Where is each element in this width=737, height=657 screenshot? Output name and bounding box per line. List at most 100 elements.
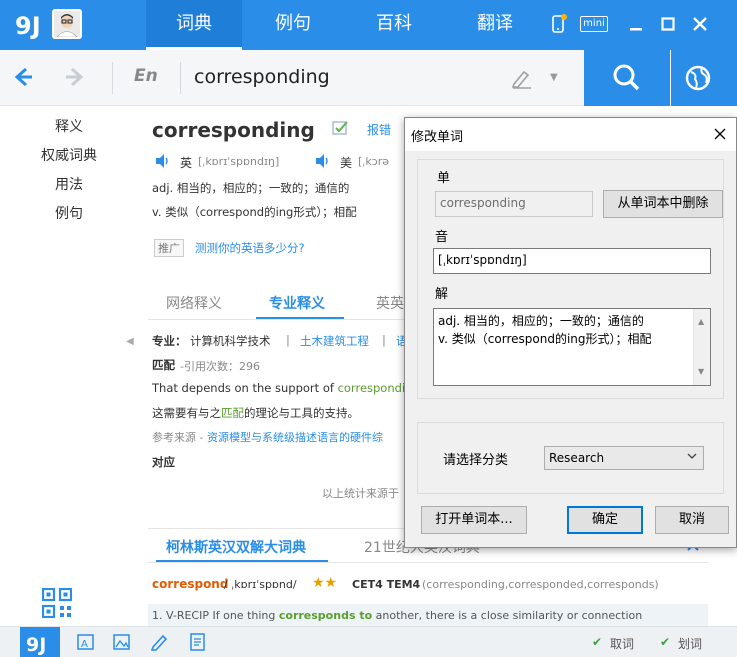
add-to-wordbook-icon[interactable] xyxy=(332,120,350,136)
svg-text:A: A xyxy=(81,639,88,650)
bottom-bar: 9J A ✔ 取词 ✔ 划词 xyxy=(0,626,737,657)
side-nav: 释义 权威词典 用法 例句 xyxy=(0,106,138,626)
uk-label: 英 xyxy=(180,156,193,170)
user-avatar[interactable] xyxy=(52,9,82,39)
mini-mode-button[interactable]: mini xyxy=(580,16,608,32)
tab-translate[interactable]: 翻译 xyxy=(447,0,543,50)
headword: corresponding xyxy=(152,118,315,142)
tab-collins[interactable]: 柯林斯英汉双解大词典 xyxy=(166,537,306,557)
image-translate-icon[interactable] xyxy=(112,632,132,652)
frequency-stars: ★★ xyxy=(312,575,338,591)
field-link[interactable]: 土木建筑工程 xyxy=(300,333,369,349)
sidebar-item-authoritative-dict[interactable]: 权威词典 xyxy=(0,145,138,165)
promo-link[interactable]: 测测你的英语多少分? xyxy=(195,240,305,256)
exam-level: CET4 TEM4 xyxy=(352,578,421,591)
minimize-icon[interactable] xyxy=(626,14,646,34)
report-error-link[interactable]: 报错 xyxy=(367,121,391,138)
dialog-titlebar: 修改单词 xyxy=(405,118,736,151)
us-label: 美 xyxy=(340,156,353,170)
field-label: 专业： xyxy=(152,334,187,348)
app-logo-icon[interactable]: 9J xyxy=(20,627,60,657)
definition-textarea[interactable]: adj. 相当的，相应的；一致的；通信的 v. 类似（correspond的in… xyxy=(433,308,711,386)
maximize-icon[interactable] xyxy=(658,14,678,34)
svg-text:9J: 9J xyxy=(26,634,46,656)
category-select[interactable]: Research xyxy=(544,446,704,470)
field-value: 计算机科学技术 xyxy=(190,334,271,348)
delete-from-wordbook-button[interactable]: 从单词本中删除 xyxy=(603,190,723,218)
sidebar-item-definitions[interactable]: 释义 xyxy=(0,116,138,136)
cancel-button[interactable]: 取消 xyxy=(655,506,729,534)
citation-count: -引用次数：296 xyxy=(180,360,260,373)
back-arrow-icon[interactable] xyxy=(10,64,36,90)
word-label: 单 xyxy=(437,171,451,186)
sense-word: 对应 xyxy=(152,455,175,469)
sidebar-item-examples[interactable]: 例句 xyxy=(0,203,138,223)
sense-word: 匹配 xyxy=(152,358,175,372)
search-input[interactable]: corresponding xyxy=(194,66,330,88)
top-bar: 9J 词典 例句 百科 翻译 mini xyxy=(0,0,737,50)
phonetic-label: 音 xyxy=(435,230,449,245)
source-line: 参考来源 - 资源模型与系统级描述语言的硬件综 xyxy=(152,431,383,444)
tab-encyclopedia[interactable]: 百科 xyxy=(346,0,442,50)
uk-phonetic: [ˌkɒrɪˈspɒndɪŋ] xyxy=(198,155,280,168)
tab-sentences[interactable]: 例句 xyxy=(245,0,341,50)
definition-line: v. 类似（correspond的ing形式）；相配 xyxy=(152,205,357,219)
scroll-down-icon[interactable]: ▼ xyxy=(698,363,704,381)
separator: | xyxy=(286,333,290,347)
divider xyxy=(148,562,708,563)
doc-translate-icon[interactable] xyxy=(188,632,208,652)
stats-note: 以上统计来源于 xyxy=(322,487,399,500)
tab-web-definitions[interactable]: 网络释义 xyxy=(166,293,222,313)
handwriting-icon[interactable] xyxy=(510,66,534,90)
tab-english-english[interactable]: 英英 xyxy=(376,293,404,313)
collins-word: correspond xyxy=(152,577,229,591)
divider xyxy=(148,319,404,320)
example-english: That depends on the support of correspon… xyxy=(152,381,413,395)
close-icon[interactable] xyxy=(710,124,730,144)
search-button[interactable] xyxy=(584,50,670,106)
definition-label: 解 xyxy=(435,287,449,302)
sense-text: 1. V-RECIP If one thing corresponds to a… xyxy=(152,609,643,622)
tab-dictionary[interactable]: 词典 xyxy=(146,0,242,50)
svg-text:9J: 9J xyxy=(15,12,41,40)
definition-line: adj. 相当的，相应的；一致的；通信的 xyxy=(152,181,350,195)
fetch-check-icon[interactable]: ✔ xyxy=(592,635,602,649)
globe-icon[interactable] xyxy=(671,50,737,106)
select-check-icon[interactable]: ✔ xyxy=(660,635,670,649)
fetch-word-toggle[interactable]: 取词 xyxy=(610,635,634,652)
collins-phonetic: / ˌkɒrɪˈspɒnd/ xyxy=(224,578,297,591)
app-logo-icon[interactable]: 9J xyxy=(14,8,46,40)
edit-word-dialog: 修改单词 单 corresponding 从单词本中删除 音 [ˌkɒrɪˈsp… xyxy=(404,117,737,548)
qr-code-icon[interactable] xyxy=(41,587,73,619)
forward-arrow-icon[interactable] xyxy=(62,64,88,90)
mobile-icon[interactable] xyxy=(548,14,568,34)
sidebar-item-usage[interactable]: 用法 xyxy=(0,174,138,194)
textarea-scrollbar[interactable]: ▲ ▼ xyxy=(693,309,710,385)
word-field[interactable]: corresponding xyxy=(435,191,593,217)
dict-app-window: 9J 词典 例句 百科 翻译 mini En corresponding ▼ 释… xyxy=(0,0,737,657)
collapse-arrow-icon[interactable]: ◀ xyxy=(126,336,136,352)
open-wordbook-button[interactable]: 打开单词本... xyxy=(421,506,527,534)
select-word-toggle[interactable]: 划词 xyxy=(678,635,702,652)
category-label: 请选择分类 xyxy=(443,453,509,468)
phonetic-field[interactable]: [ˌkɒrɪˈspɒndɪŋ] xyxy=(433,248,711,274)
divider xyxy=(112,62,113,94)
ok-button[interactable]: 确定 xyxy=(567,506,643,534)
separator: | xyxy=(382,333,386,347)
dialog-title: 修改单词 xyxy=(411,130,464,145)
scroll-up-icon[interactable]: ▲ xyxy=(698,313,704,331)
language-selector[interactable]: En xyxy=(134,66,158,86)
close-icon[interactable] xyxy=(690,14,710,34)
us-phonetic: [ˌkɔrə xyxy=(358,155,390,168)
text-translate-icon[interactable]: A xyxy=(76,632,96,652)
promo-tag: 推广 xyxy=(154,239,184,257)
chevron-down-icon[interactable]: ▼ xyxy=(550,72,558,83)
speaker-icon[interactable] xyxy=(154,153,172,169)
divider xyxy=(180,62,181,94)
word-forms: (corresponding,corresponded,corresponds) xyxy=(422,578,659,591)
tab-professional-definitions[interactable]: 专业释义 xyxy=(269,293,325,313)
speaker-icon[interactable] xyxy=(314,153,332,169)
pen-icon[interactable] xyxy=(150,632,170,652)
chevron-down-icon xyxy=(687,451,697,464)
example-chinese: 这需要有与之匹配的理论与工具的支持。 xyxy=(152,406,359,420)
